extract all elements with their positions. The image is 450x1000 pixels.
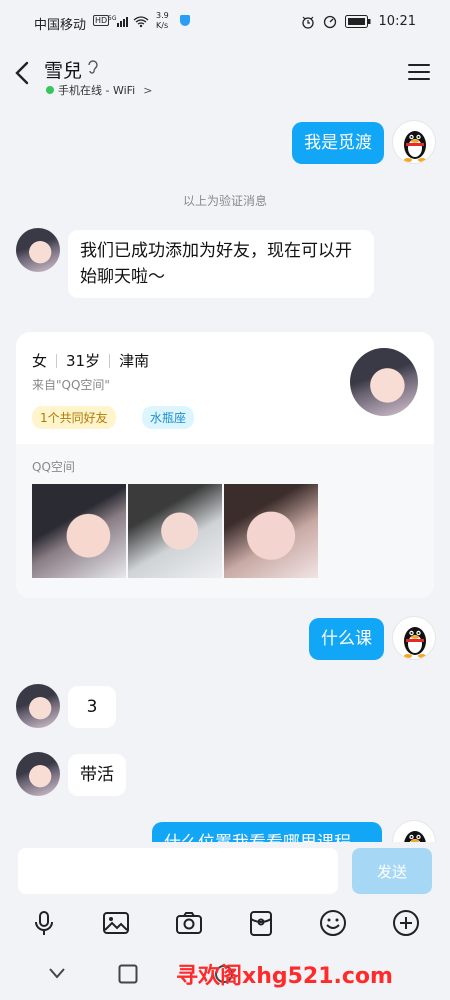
camera-icon[interactable] <box>174 908 204 938</box>
menu-icon[interactable] <box>408 64 430 82</box>
profile-age: 31岁 <box>66 352 101 370</box>
chat-header: 雪兒 手机在线 - WiFi > <box>0 46 450 102</box>
nav-back-icon[interactable] <box>48 966 66 980</box>
image-icon[interactable] <box>101 908 131 938</box>
message-bubble-out[interactable]: 我是觅渡 <box>292 122 384 164</box>
contact-avatar[interactable] <box>16 228 60 272</box>
battery-icon <box>344 15 371 28</box>
online-status[interactable]: 手机在线 - WiFi > <box>46 82 152 98</box>
carrier-label: 中国移动 <box>34 18 87 33</box>
message-bubble-in[interactable]: 3 <box>68 686 116 728</box>
ear-icon[interactable] <box>86 58 100 76</box>
qq-penguin-icon <box>404 831 426 842</box>
qq-penguin-icon <box>404 627 426 658</box>
alarm-icon <box>301 16 314 29</box>
microphone-icon[interactable] <box>29 908 59 938</box>
online-status-text: 手机在线 - WiFi <box>58 84 136 97</box>
hd-badge: HD <box>93 15 110 26</box>
message-input[interactable] <box>18 848 338 894</box>
mutual-friends-tag[interactable]: 1个共同好友 <box>32 406 116 429</box>
my-avatar[interactable] <box>392 120 436 164</box>
my-avatar[interactable] <box>392 820 436 842</box>
clock: 10:21 <box>378 14 416 29</box>
signal-icon: 5G <box>108 15 149 28</box>
system-message: 以上为验证消息 <box>182 194 267 208</box>
profile-location: 津南 <box>119 352 150 370</box>
profile-source: 来自"QQ空间" <box>32 378 110 392</box>
qzone-photo[interactable] <box>32 484 126 578</box>
network-speed: 3.9 K/s <box>156 11 169 30</box>
my-avatar[interactable] <box>392 616 436 660</box>
message-bubble-in[interactable]: 带活 <box>68 754 126 796</box>
shield-icon <box>180 15 190 26</box>
message-bubble-out[interactable]: 什么位置我看看哪里课程 <box>152 822 382 842</box>
zodiac-tag: 水瓶座 <box>142 406 195 429</box>
contact-avatar[interactable] <box>16 752 60 796</box>
qzone-photo[interactable] <box>224 484 318 578</box>
qzone-label: QQ空间 <box>32 460 75 474</box>
back-arrow-icon[interactable] <box>12 60 34 86</box>
chat-list[interactable]: 我是觅渡 以上为验证消息 我们已成功添加为好友，现在可以开始聊天啦～ 女 31岁… <box>0 102 450 842</box>
status-bar: 中国移动 HD 5G 3.9 K/s 10:21 <box>0 0 450 46</box>
emoji-icon[interactable] <box>318 908 348 938</box>
qq-penguin-icon <box>404 131 426 162</box>
watermark-text: 寻欢阁xhg521.com <box>176 964 393 989</box>
plus-icon[interactable] <box>391 908 421 938</box>
message-bubble-out[interactable]: 什么课 <box>309 618 384 660</box>
profile-card[interactable]: 女 31岁 津南 来自"QQ空间" 1个共同好友 水瓶座 QQ空间 <box>16 332 434 598</box>
input-bar: 发送 <box>0 842 450 902</box>
red-packet-icon[interactable] <box>246 908 276 938</box>
speedometer-icon <box>323 15 336 28</box>
profile-gender: 女 <box>32 352 48 370</box>
send-button[interactable]: 发送 <box>352 848 432 894</box>
nav-home-icon[interactable] <box>118 964 138 984</box>
profile-basic-info: 女 31岁 津南 <box>32 350 149 371</box>
qzone-photo[interactable] <box>128 484 222 578</box>
contact-avatar[interactable] <box>16 684 60 728</box>
message-bubble-in[interactable]: 我们已成功添加为好友，现在可以开始聊天啦～ <box>68 230 374 298</box>
profile-avatar[interactable] <box>350 348 418 416</box>
svg-text:5G: 5G <box>108 15 117 22</box>
contact-name[interactable]: 雪兒 <box>44 56 82 83</box>
chevron-right-icon: > <box>143 83 153 97</box>
chat-toolbar <box>0 902 450 944</box>
online-dot-icon <box>46 86 54 94</box>
qzone-section[interactable]: QQ空间 <box>16 444 434 598</box>
